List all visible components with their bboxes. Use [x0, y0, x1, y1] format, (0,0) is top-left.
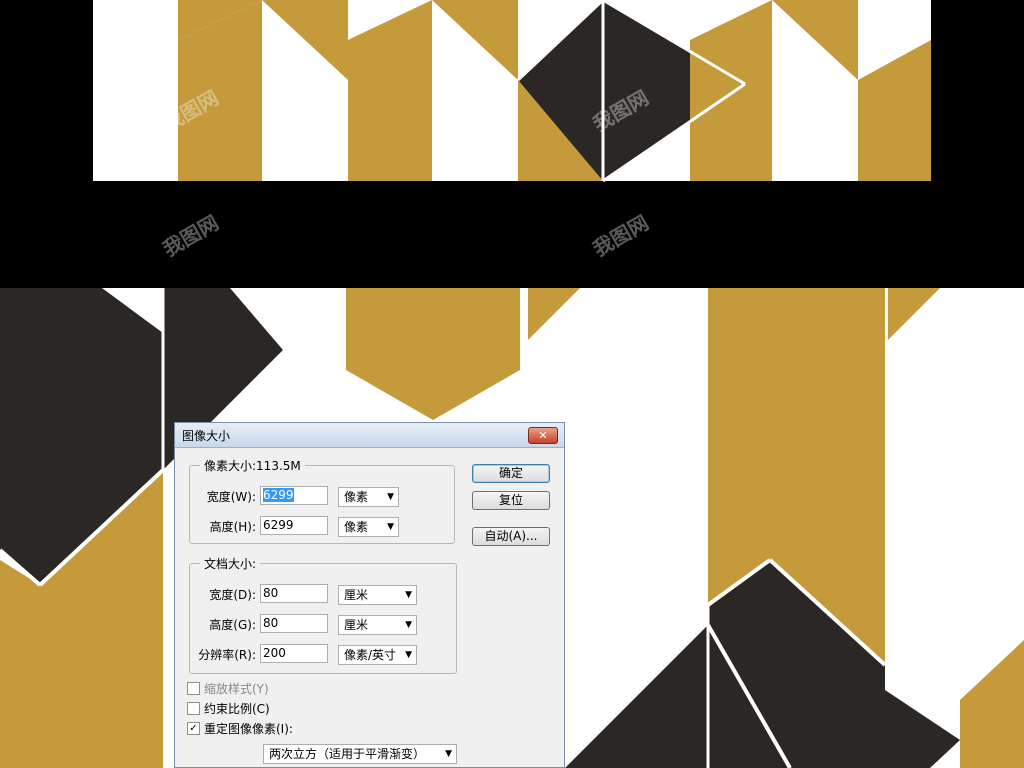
image-size-dialog: 图像大小 ✕ 像素大小:113.5M 宽度(W): 6299 像素 ▼ 高度(H)…: [174, 422, 565, 768]
constrain-proportions-checkbox[interactable]: 约束比例(C): [187, 702, 270, 718]
doc-height-input[interactable]: 80: [260, 614, 328, 633]
chevron-down-icon: ▼: [387, 492, 394, 502]
resample-checkbox[interactable]: ✓ 重定图像像素(I):: [187, 722, 293, 738]
close-button[interactable]: ✕: [528, 427, 558, 444]
document-size-legend: 文档大小:: [200, 555, 261, 572]
auto-button[interactable]: 自动(A)...: [472, 527, 550, 546]
pixel-height-label: 高度(H):: [209, 520, 256, 534]
chevron-down-icon: ▼: [387, 522, 394, 532]
doc-height-label: 高度(G):: [209, 618, 256, 632]
resolution-unit-select[interactable]: 像素/英寸 ▼: [338, 645, 417, 665]
checkbox-box: [187, 702, 200, 715]
pixel-dimensions-legend: 像素大小:113.5M: [200, 457, 305, 474]
chevron-down-icon: ▼: [445, 749, 452, 759]
pixel-dimensions-group: 像素大小:113.5M 宽度(W): 6299 像素 ▼ 高度(H): 6299 …: [189, 457, 455, 544]
doc-height-unit-select[interactable]: 厘米 ▼: [338, 615, 417, 635]
document-size-group: 文档大小: 宽度(D): 80 厘米 ▼ 高度(G): 80 厘米 ▼ 分辨率(R)…: [189, 555, 457, 674]
reset-button[interactable]: 复位: [472, 491, 550, 510]
checkmark-icon: ✓: [187, 722, 200, 735]
pixel-height-input[interactable]: 6299: [260, 516, 328, 535]
pixel-height-unit-select[interactable]: 像素 ▼: [338, 517, 399, 537]
dialog-title: 图像大小: [182, 429, 231, 443]
chevron-down-icon: ▼: [405, 590, 412, 600]
chevron-down-icon: ▼: [405, 650, 412, 660]
pixel-width-label: 宽度(W):: [206, 490, 256, 504]
resolution-label: 分辨率(R):: [198, 648, 256, 662]
chevron-down-icon: ▼: [405, 620, 412, 630]
resample-method-select[interactable]: 两次立方（适用于平滑渐变） ▼: [263, 744, 457, 764]
doc-width-label: 宽度(D):: [209, 588, 256, 602]
scale-styles-checkbox[interactable]: 缩放样式(Y): [187, 682, 269, 698]
resolution-input[interactable]: 200: [260, 644, 328, 663]
doc-width-unit-select[interactable]: 厘米 ▼: [338, 585, 417, 605]
doc-width-input[interactable]: 80: [260, 584, 328, 603]
ok-button[interactable]: 确定: [472, 464, 550, 483]
dialog-titlebar[interactable]: 图像大小 ✕: [175, 423, 564, 448]
checkbox-box: [187, 682, 200, 695]
pixel-width-unit-select[interactable]: 像素 ▼: [338, 487, 399, 507]
pixel-width-input[interactable]: 6299: [260, 486, 328, 505]
